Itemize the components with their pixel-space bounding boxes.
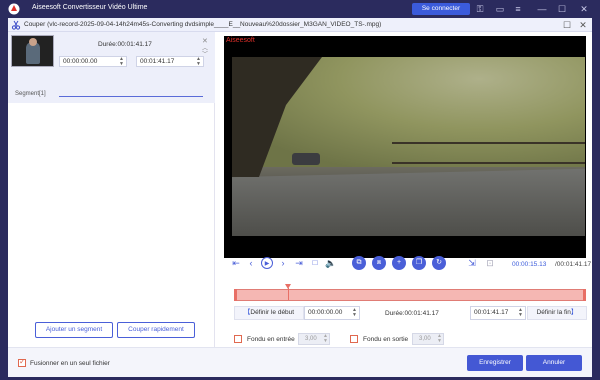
- dialog-maximize-icon[interactable]: ☐: [561, 19, 573, 31]
- merge-checkbox[interactable]: [18, 357, 26, 367]
- set-start-button[interactable]: 【Définir le début: [234, 306, 304, 320]
- video-frame: [232, 57, 585, 236]
- fade-out-input[interactable]: 3,00 ▲ ▼: [412, 333, 444, 345]
- segment-start-value: 00:00:00.00: [63, 58, 98, 65]
- spinner-icon[interactable]: ▲ ▼: [323, 334, 328, 344]
- segment-label: Segment[1]: [15, 91, 46, 97]
- trim-start-field[interactable]: 00:00:00.00 ▲ ▼: [304, 306, 360, 320]
- preview-panel: Aiseesoft ⇤ ‹ ▶ › ⇥ □ 🔈 ⧉ ⧈ + ❐ ↻ ⇲ ⊡ 00…: [216, 32, 592, 347]
- app-titlebar: Aiseesoft Convertisseur Vidéo Ultime Se …: [0, 0, 600, 18]
- fade-in-input[interactable]: 3,00 ▲ ▼: [298, 333, 330, 345]
- trim-end-value: 00:01:41.17: [474, 309, 509, 316]
- segment-end-value: 00:01:41.17: [140, 58, 175, 65]
- key-icon[interactable]: ⚿: [474, 3, 486, 15]
- volume-icon[interactable]: 🔈: [325, 257, 337, 269]
- segment-bar: [59, 96, 203, 97]
- video-preview[interactable]: Aiseesoft: [224, 36, 586, 258]
- scissors-icon: [11, 20, 21, 30]
- segment-card[interactable]: Durée:00:01:41.17 ✕ ︿ ﹀ 00:00:00.00 ▲ ▼ 00…: [8, 32, 215, 103]
- save-button[interactable]: Enregistrer: [467, 355, 523, 371]
- fade-in-label: Fondu en entrée: [247, 336, 295, 343]
- fade-in-checkbox[interactable]: [234, 335, 242, 343]
- next-frame-icon[interactable]: ›: [277, 257, 289, 269]
- app-window: Aiseesoft Convertisseur Vidéo Ultime Se …: [0, 0, 600, 380]
- segment-close-icon[interactable]: ✕: [202, 37, 208, 45]
- current-time: 00:00:15.13: [512, 261, 547, 268]
- segment-panel: Durée:00:01:41.17 ✕ ︿ ﹀ 00:00:00.00 ▲ ▼ 00…: [8, 32, 215, 347]
- jump-to-end-icon[interactable]: ⊡: [484, 257, 496, 269]
- quick-split-button[interactable]: Couper rapidement: [117, 322, 195, 338]
- add-segment-button[interactable]: Ajouter un segment: [35, 322, 113, 338]
- watermark: Aiseesoft: [226, 37, 255, 44]
- cut-dialog: Couper (vlc-record-2025-09-04-14h24m45s-…: [8, 18, 592, 377]
- fade-in-value: 3,00: [305, 336, 317, 342]
- fade-out-label: Fondu en sortie: [363, 336, 409, 343]
- total-time: /00:01:41.17: [555, 261, 592, 268]
- player-controls: ⇤ ‹ ▶ › ⇥ □ 🔈 ⧉ ⧈ + ❐ ↻ ⇲ ⊡ 00:00:15.13 …: [216, 254, 592, 274]
- playhead-line: [288, 288, 289, 300]
- add-icon[interactable]: +: [392, 256, 406, 270]
- trim-start-handle[interactable]: [234, 289, 237, 301]
- dialog-close-icon[interactable]: ✕: [577, 19, 589, 31]
- dialog-titlebar: Couper (vlc-record-2025-09-04-14h24m45s-…: [8, 18, 592, 32]
- dialog-title: Couper (vlc-record-2025-09-04-14h24m45s-…: [24, 21, 382, 28]
- bracket-right-icon: 】: [570, 309, 578, 316]
- jump-to-start-icon[interactable]: ⇲: [466, 257, 478, 269]
- spinner-icon[interactable]: ▲ ▼: [119, 57, 124, 67]
- chat-icon[interactable]: ▭: [494, 3, 506, 15]
- trim-duration: Durée:00:01:41.17: [385, 310, 439, 317]
- merge-label: Fusionner en un seul fichier: [30, 360, 110, 367]
- set-start-label: Définir le début: [250, 309, 295, 316]
- spinner-icon[interactable]: ▲ ▼: [352, 308, 357, 318]
- connect-button[interactable]: Se connecter: [412, 3, 470, 15]
- previous-frame-icon[interactable]: ‹: [245, 257, 257, 269]
- menu-icon[interactable]: ≡: [512, 3, 524, 15]
- minimize-icon[interactable]: —: [536, 3, 548, 15]
- trim-end-handle[interactable]: [583, 289, 586, 301]
- app-logo-icon: [8, 3, 20, 15]
- copy-segment-icon[interactable]: ⧉: [352, 256, 366, 270]
- spinner-icon[interactable]: ▲ ▼: [196, 57, 201, 67]
- set-end-button[interactable]: Définir la fin】: [527, 306, 587, 320]
- split-icon[interactable]: ⧈: [372, 256, 386, 270]
- go-start-icon[interactable]: ⇤: [230, 257, 242, 269]
- stop-icon[interactable]: □: [309, 257, 321, 269]
- segment-end-field[interactable]: 00:01:41.17 ▲ ▼: [136, 56, 204, 67]
- trim-end-field[interactable]: 00:01:41.17 ▲ ▼: [470, 306, 526, 320]
- cancel-button[interactable]: Annuler: [526, 355, 582, 371]
- fade-out-checkbox[interactable]: [350, 335, 358, 343]
- go-end-icon[interactable]: ⇥: [293, 257, 305, 269]
- duplicate-icon[interactable]: ❐: [412, 256, 426, 270]
- segment-thumbnail: [11, 35, 54, 67]
- segment-duration: Durée:00:01:41.17: [98, 41, 152, 48]
- set-end-label: Définir la fin: [536, 309, 571, 316]
- app-title: Aiseesoft Convertisseur Vidéo Ultime: [32, 4, 148, 11]
- maximize-icon[interactable]: ☐: [556, 3, 568, 15]
- spinner-icon[interactable]: ▲ ▼: [437, 334, 442, 344]
- fade-out-value: 3,00: [419, 336, 431, 342]
- trim-start-value: 00:00:00.00: [308, 309, 343, 316]
- close-icon[interactable]: ✕: [578, 3, 590, 15]
- segment-start-field[interactable]: 00:00:00.00 ▲ ▼: [59, 56, 127, 67]
- spinner-icon[interactable]: ▲ ▼: [518, 308, 523, 318]
- play-icon[interactable]: ▶: [261, 257, 273, 269]
- trim-timeline[interactable]: [234, 284, 586, 301]
- dialog-footer: Fusionner en un seul fichier Enregistrer…: [8, 347, 592, 377]
- reset-icon[interactable]: ↻: [432, 256, 446, 270]
